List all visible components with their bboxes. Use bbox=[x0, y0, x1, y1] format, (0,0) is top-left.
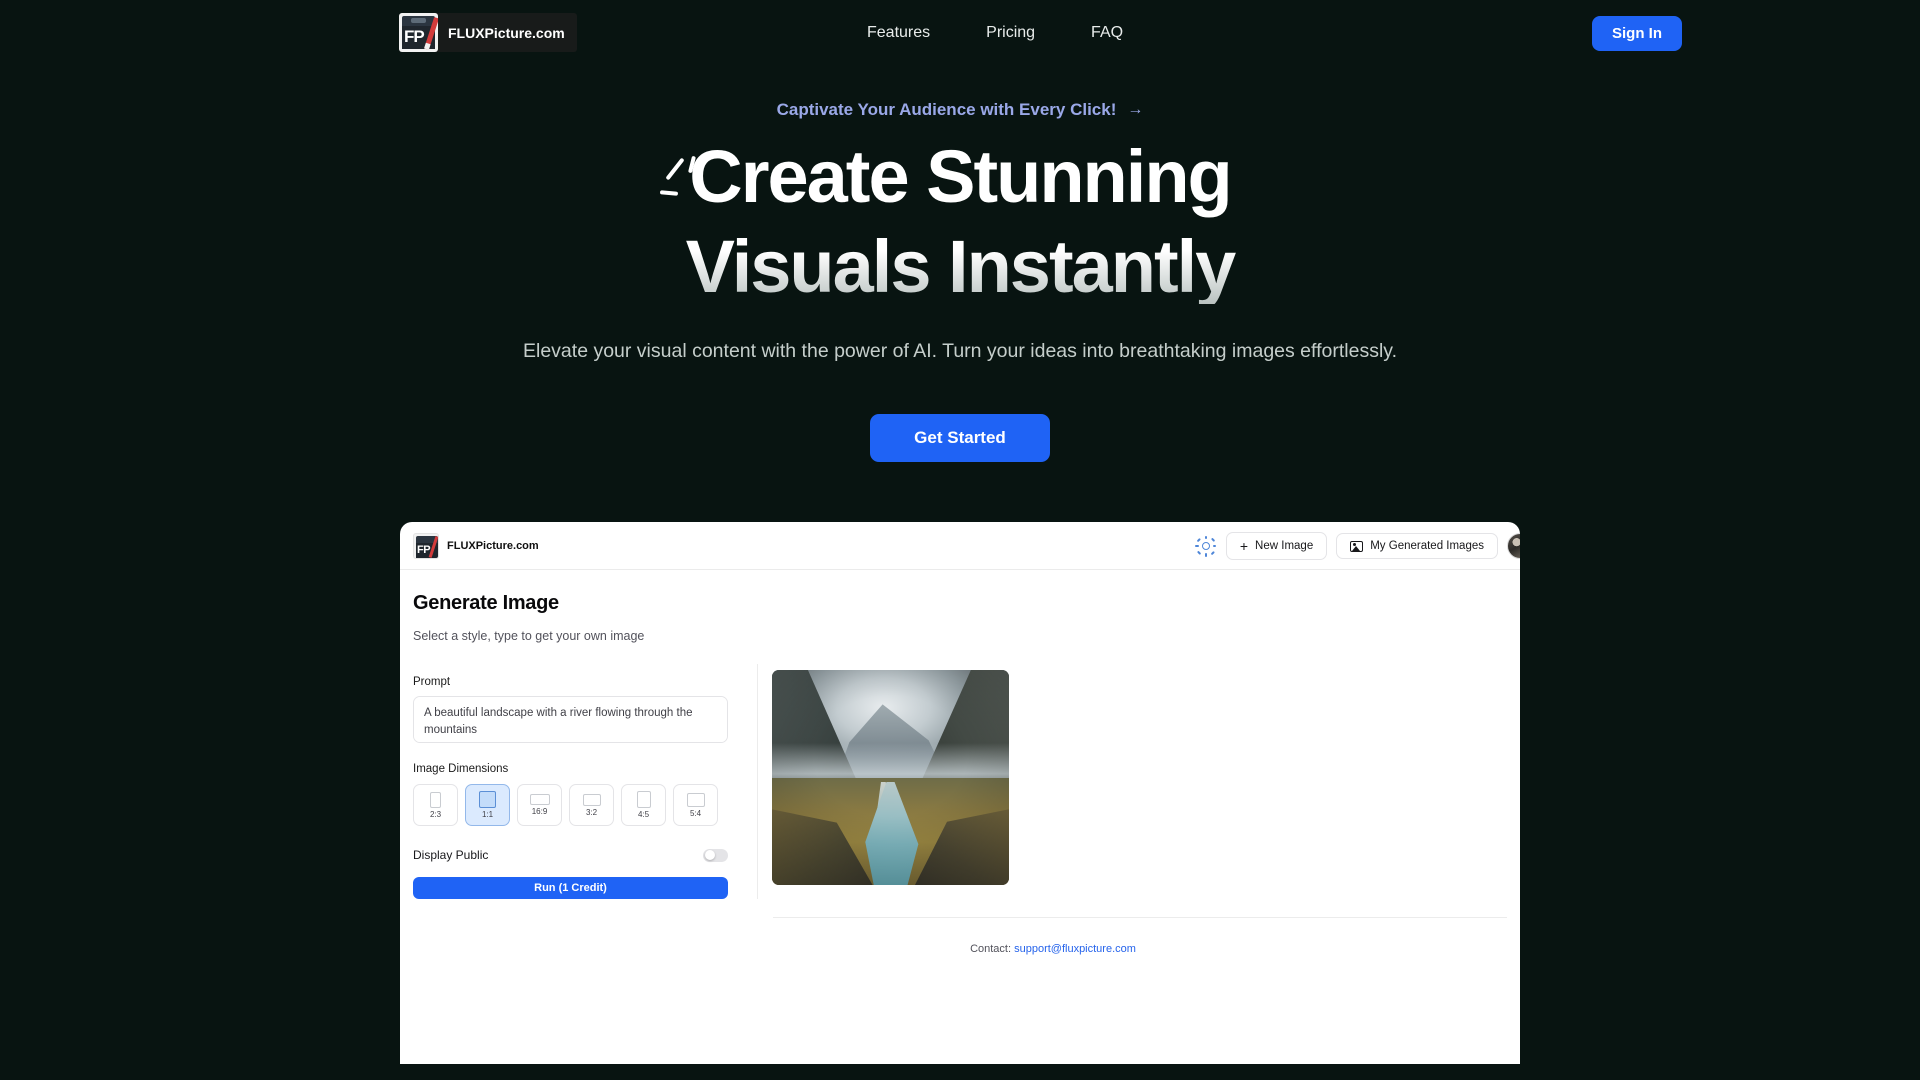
headline-line-1: Create Stunning bbox=[689, 135, 1232, 218]
dimension-ratio-label: 4:5 bbox=[637, 810, 650, 819]
sparkle-icon bbox=[659, 155, 699, 202]
app-body: Generate Image Select a style, type to g… bbox=[400, 570, 1520, 955]
nav-link-features[interactable]: Features bbox=[867, 24, 930, 42]
arrow-right-icon: → bbox=[1127, 101, 1144, 118]
new-image-button[interactable]: + New Image bbox=[1225, 532, 1328, 560]
dimension-option-16-9[interactable]: 16:9 bbox=[517, 784, 562, 826]
new-image-label: New Image bbox=[1255, 540, 1314, 552]
footer-divider bbox=[773, 917, 1507, 918]
dimension-ratio-label: 3:2 bbox=[585, 807, 598, 817]
generate-image-title: Generate Image bbox=[413, 592, 559, 614]
headline-wrapper: Create Stunning Visuals Instantly bbox=[0, 140, 1920, 304]
sign-in-button[interactable]: Sign In bbox=[1592, 16, 1682, 51]
my-generated-images-label: My Generated Images bbox=[1370, 540, 1484, 552]
generate-grid: Prompt Image Dimensions 2:3 1:1 16:9 bbox=[413, 664, 1507, 899]
site-logo-brand[interactable]: FP FLUXPicture.com bbox=[399, 13, 577, 52]
headline-line-2: Visuals Instantly bbox=[0, 230, 1920, 304]
get-started-button[interactable]: Get Started bbox=[870, 413, 1050, 462]
dimension-option-5-4[interactable]: 5:4 bbox=[673, 784, 718, 826]
app-fluxpicture-logo-icon: FP bbox=[413, 532, 439, 559]
nav-links: Features Pricing FAQ bbox=[867, 0, 1123, 66]
dimension-shape-icon bbox=[582, 793, 601, 806]
generated-image-preview[interactable] bbox=[772, 670, 1009, 885]
dimension-shape-icon bbox=[430, 791, 441, 808]
generation-form: Prompt Image Dimensions 2:3 1:1 16:9 bbox=[413, 664, 758, 899]
sun-theme-toggle-icon[interactable] bbox=[1195, 535, 1217, 557]
app-header: FP FLUXPicture.com + New Image My Genera… bbox=[400, 522, 1520, 570]
hero-eyebrow-text: Captivate Your Audience with Every Click… bbox=[776, 100, 1117, 119]
my-generated-images-button[interactable]: My Generated Images bbox=[1336, 533, 1498, 559]
result-panel bbox=[758, 664, 1507, 899]
hero-eyebrow-banner[interactable]: Captivate Your Audience with Every Click… bbox=[777, 100, 1144, 120]
fluxpicture-logo-icon: FP bbox=[399, 13, 438, 52]
user-avatar[interactable] bbox=[1507, 533, 1520, 559]
top-navigation-bar: FP FLUXPicture.com Features Pricing FAQ … bbox=[0, 0, 1920, 66]
brand-name-label: FLUXPicture.com bbox=[448, 24, 565, 41]
dimension-shape-icon bbox=[529, 794, 550, 805]
hero-subtitle: Elevate your visual content with the pow… bbox=[523, 340, 1397, 362]
contact-email-link[interactable]: support@fluxpicture.com bbox=[1014, 943, 1136, 955]
dimension-option-4-5[interactable]: 4:5 bbox=[621, 784, 666, 826]
contact-line: Contact: support@fluxpicture.com bbox=[413, 943, 1507, 955]
app-preview-panel: FP FLUXPicture.com + New Image My Genera… bbox=[400, 522, 1520, 1064]
dimension-ratio-label: 1:1 bbox=[481, 810, 494, 819]
contact-prefix-label: Contact: bbox=[970, 943, 1015, 955]
display-public-label: Display Public bbox=[413, 848, 489, 862]
dimension-option-1-1[interactable]: 1:1 bbox=[465, 784, 510, 826]
dimension-ratio-label: 16:9 bbox=[531, 807, 548, 816]
run-button[interactable]: Run (1 Credit) bbox=[413, 877, 728, 899]
hero-section: Captivate Your Audience with Every Click… bbox=[0, 100, 1920, 462]
app-brand-name-label: FLUXPicture.com bbox=[447, 539, 539, 552]
nav-link-faq[interactable]: FAQ bbox=[1091, 24, 1123, 42]
page-title: Create Stunning Visuals Instantly bbox=[0, 140, 1920, 304]
display-public-toggle[interactable] bbox=[703, 848, 728, 862]
image-icon bbox=[1350, 540, 1364, 552]
dimension-option-2-3[interactable]: 2:3 bbox=[413, 784, 458, 826]
plus-icon: + bbox=[1239, 538, 1249, 554]
image-dimensions-label: Image Dimensions bbox=[413, 763, 509, 775]
generate-image-subtitle: Select a style, type to get your own ima… bbox=[413, 629, 645, 643]
dimension-option-3-2[interactable]: 3:2 bbox=[569, 784, 614, 826]
dimension-shape-icon bbox=[686, 792, 705, 807]
app-header-actions: + New Image My Generated Images bbox=[1195, 522, 1520, 570]
app-logo-brand[interactable]: FP FLUXPicture.com bbox=[413, 532, 539, 559]
nav-link-pricing[interactable]: Pricing bbox=[986, 24, 1035, 42]
prompt-label: Prompt bbox=[413, 676, 451, 688]
image-dimensions-options: 2:3 1:1 16:9 3:2 4:5 5:4 bbox=[413, 784, 742, 826]
dimension-ratio-label: 2:3 bbox=[429, 809, 442, 819]
dimension-shape-icon bbox=[479, 791, 496, 808]
display-public-row: Display Public bbox=[413, 848, 728, 862]
dimension-shape-icon bbox=[636, 791, 651, 808]
dimension-ratio-label: 5:4 bbox=[689, 808, 702, 818]
prompt-input[interactable] bbox=[413, 696, 728, 743]
